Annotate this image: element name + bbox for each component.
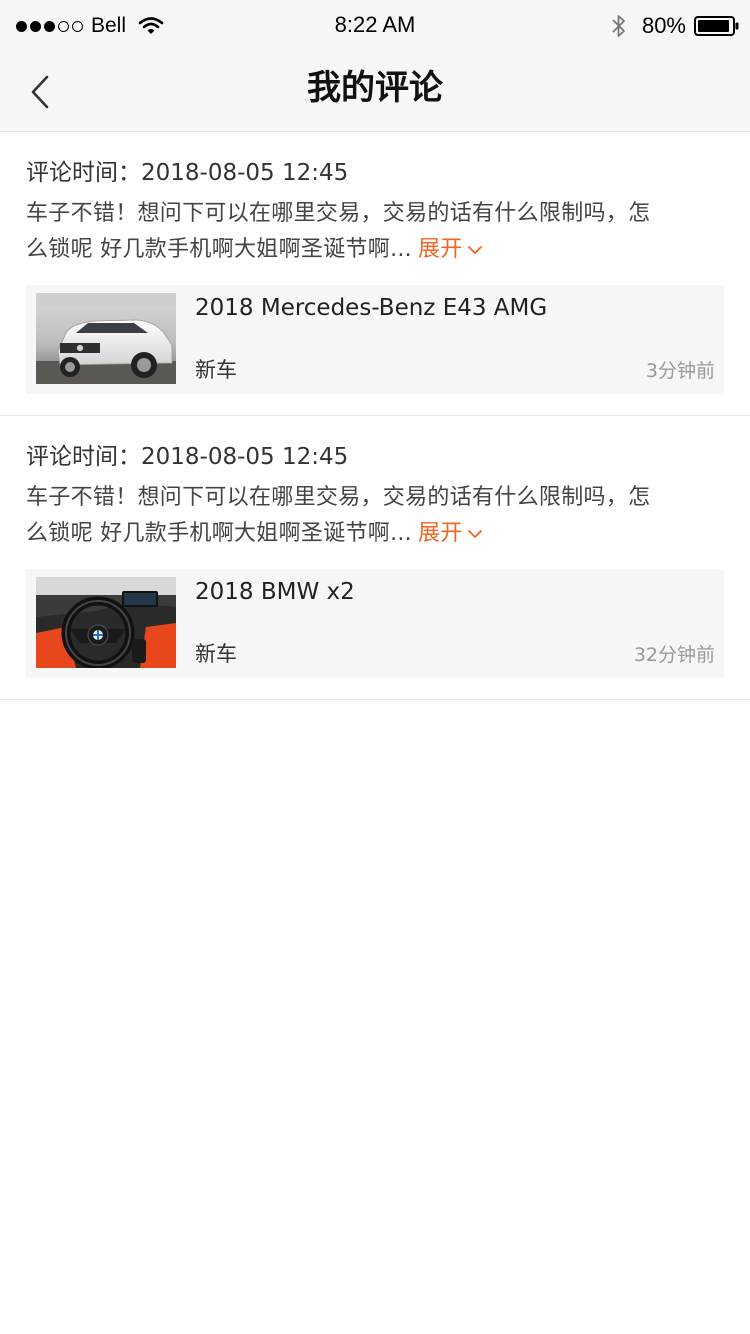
comment-item: 评论时间：2018-08-05 12:45 车子不错！想问下可以在哪里交易，交易… <box>0 416 750 700</box>
comment-text-truncated: 么锁呢 好几款手机啊大姐啊圣诞节啊... <box>26 521 412 546</box>
battery-icon <box>694 16 739 36</box>
chevron-down-icon <box>467 246 482 254</box>
car-thumbnail <box>36 293 176 384</box>
battery-percentage: 80% <box>641 13 686 38</box>
car-card[interactable]: 2018 BMW x2 新车 32分钟前 <box>26 569 724 678</box>
comment-text-line: 么锁呢 好几款手机啊大姐啊圣诞节啊... 展开 <box>26 232 716 268</box>
expand-button[interactable]: 展开 <box>418 237 483 262</box>
car-posted-time: 3分钟前 <box>645 360 715 382</box>
comment-text-line: 车子不错！想问下可以在哪里交易，交易的话有什么限制吗，怎 <box>26 201 651 226</box>
comment-text: 车子不错！想问下可以在哪里交易，交易的话有什么限制吗，怎 么锁呢 好几款手机啊大… <box>26 480 716 552</box>
comment-text-truncated: 么锁呢 好几款手机啊大姐啊圣诞节啊... <box>26 237 412 262</box>
status-bar: Bell 8:22 AM 80% <box>0 0 750 52</box>
status-bar-right: 80% <box>610 12 740 40</box>
expand-label: 展开 <box>417 521 463 546</box>
navigation-bar: 我的评论 <box>0 52 750 132</box>
expand-button[interactable]: 展开 <box>418 521 483 546</box>
comment-item: 评论时间：2018-08-05 12:45 车子不错！想问下可以在哪里交易，交易… <box>0 132 750 416</box>
comment-text-line: 么锁呢 好几款手机啊大姐啊圣诞节啊... 展开 <box>26 516 716 552</box>
comment-text: 车子不错！想问下可以在哪里交易，交易的话有什么限制吗，怎 么锁呢 好几款手机啊大… <box>26 196 716 268</box>
comment-text-line: 车子不错！想问下可以在哪里交易，交易的话有什么限制吗，怎 <box>26 485 651 510</box>
bluetooth-icon <box>612 15 625 37</box>
car-condition-tag: 新车 <box>195 358 237 382</box>
comment-time: 评论时间：2018-08-05 12:45 <box>26 444 349 470</box>
comment-time: 评论时间：2018-08-05 12:45 <box>26 160 349 186</box>
car-name: 2018 BMW x2 <box>195 579 355 605</box>
car-condition-tag: 新车 <box>195 642 237 666</box>
expand-label: 展开 <box>417 237 463 262</box>
car-card[interactable]: 2018 Mercedes-Benz E43 AMG 新车 3分钟前 <box>26 285 724 394</box>
car-name: 2018 Mercedes-Benz E43 AMG <box>195 295 548 321</box>
chevron-down-icon <box>467 530 482 538</box>
car-posted-time: 32分钟前 <box>633 644 715 666</box>
car-thumbnail <box>36 577 176 668</box>
page-title: 我的评论 <box>307 68 443 108</box>
comment-list: 评论时间：2018-08-05 12:45 车子不错！想问下可以在哪里交易，交易… <box>0 132 750 700</box>
